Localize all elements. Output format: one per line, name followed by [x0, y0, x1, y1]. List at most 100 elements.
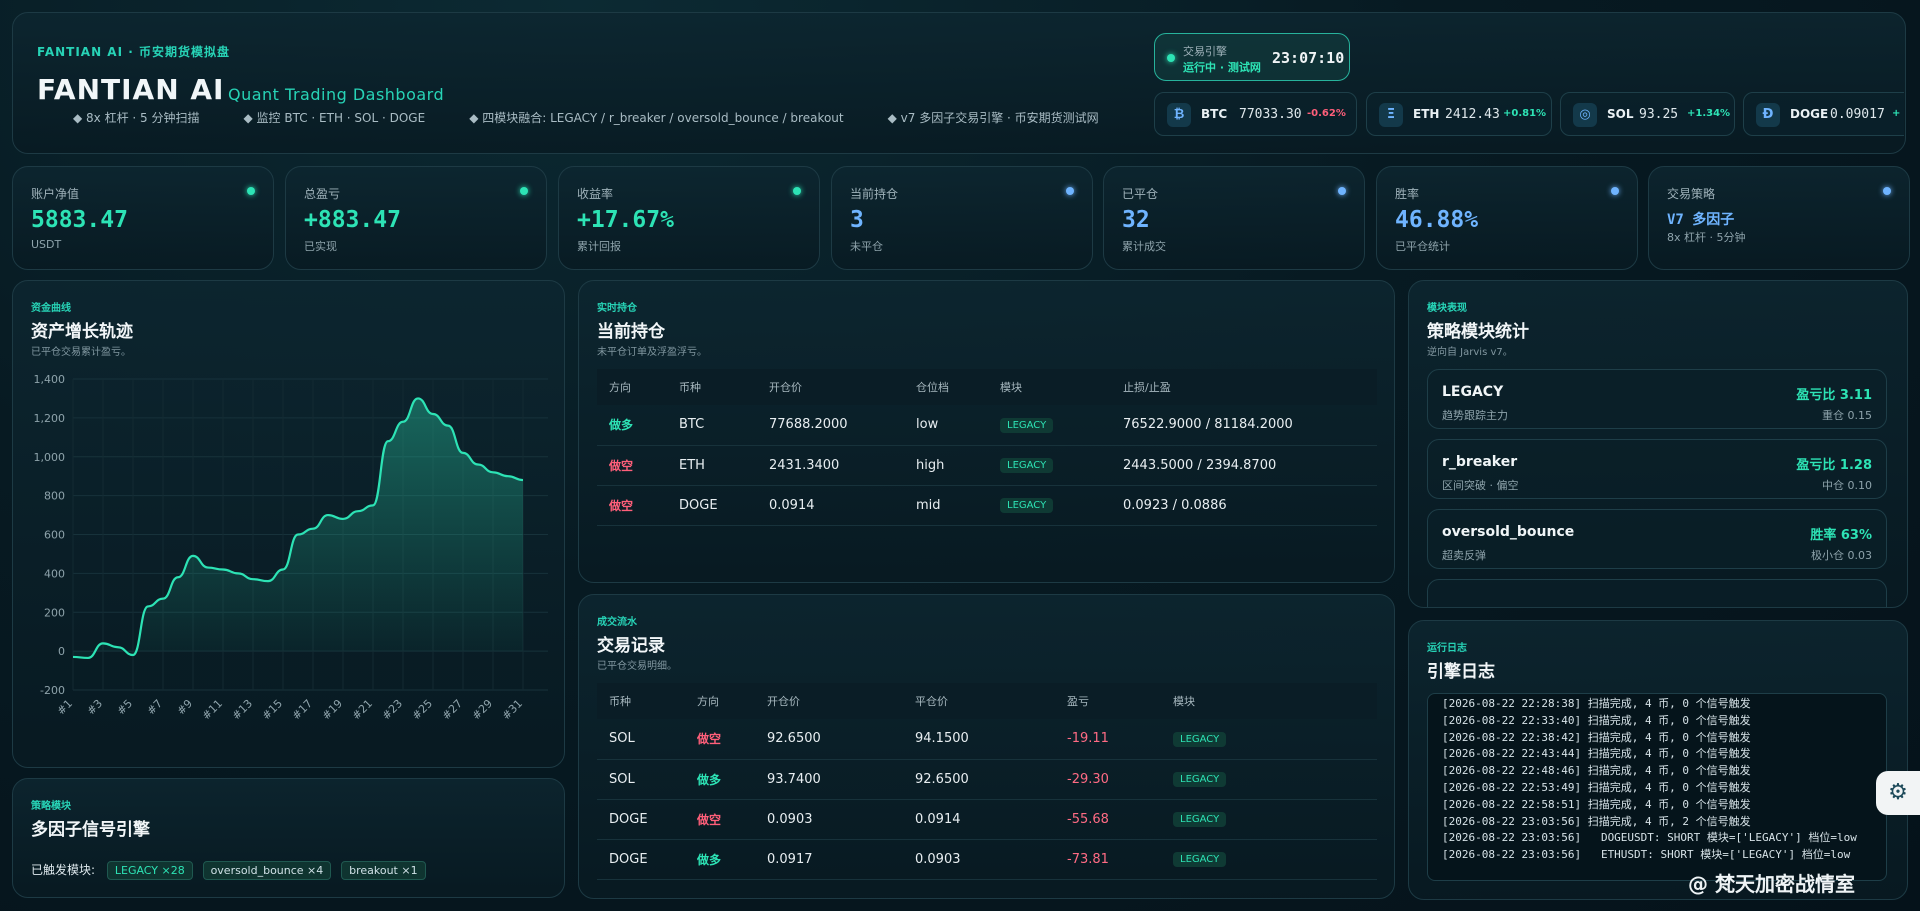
column-header[interactable]: 方向: [685, 683, 755, 719]
module-badge: LEGACY: [1173, 772, 1227, 787]
table-row[interactable]: DOGE 做空 0.0903 0.0914 -55.68 LEGACY: [597, 799, 1377, 840]
column-header[interactable]: 方向: [597, 369, 667, 405]
strategy-name: oversold_bounce: [1442, 524, 1575, 540]
coin-cell: DOGE: [667, 485, 757, 526]
strategy-card-r-breaker[interactable]: r_breaker 区间突破 · 偏空 盈亏比 1.28 中仓 0.10: [1427, 439, 1887, 499]
column-header[interactable]: 平仓价: [903, 683, 1055, 719]
module-badge: LEGACY: [1173, 852, 1227, 867]
strategy-panel: 模块表现 策略模块统计 逆向自 Jarvis v7。 LEGACY 趋势跟踪主力…: [1408, 280, 1908, 608]
column-header[interactable]: 开仓价: [757, 369, 904, 405]
stat-card: 已平仓 32 累计成交: [1103, 166, 1365, 270]
log-line: [2026-08-22 22:58:51] 扫描完成, 4 币, 0 个信号触发: [1442, 797, 1751, 811]
equity-panel: 资金曲线 资产增长轨迹 已平仓交易累计盈亏。 1,400 1,200 1,000 80…: [12, 280, 565, 768]
column-header[interactable]: 止损/止盈: [1111, 369, 1377, 405]
ticker-sol[interactable]: ◎ SOL 93.25 +1.34%: [1560, 92, 1735, 136]
status-dot-icon: [247, 187, 255, 195]
column-header[interactable]: 盈亏: [1055, 683, 1161, 719]
header-panel: FANTIAN AI · 币安期货模拟盘 FANTIAN AI Quant Tr…: [12, 12, 1906, 154]
module-chip: LEGACY ×28: [106, 861, 193, 880]
data-point: [162, 597, 165, 600]
data-point: [462, 451, 465, 454]
coin-cell: DOGE: [597, 839, 685, 880]
table-row[interactable]: 做空 DOGE 0.0914 mid LEGACY 0.0923 / 0.0886: [597, 485, 1377, 526]
data-point: [177, 576, 180, 579]
data-point: [372, 504, 375, 507]
table-row[interactable]: DOGE 做多 0.0917 0.0903 -73.81 LEGACY: [597, 839, 1377, 880]
direction-label: 做空: [609, 498, 634, 513]
data-point: [447, 424, 450, 427]
column-header[interactable]: 币种: [667, 369, 757, 405]
stat-label: 胜率: [1395, 187, 1420, 201]
feature-item: ◆ 8x 杠杆 · 5 分钟扫描: [73, 111, 200, 125]
direction-label: 做空: [697, 812, 722, 827]
strategy-card-oversold-bounce[interactable]: oversold_bounce 超卖反弹 胜率 63% 极小仓 0.03: [1427, 509, 1887, 569]
stat-sub: 未平仓: [850, 240, 883, 253]
strategy-ratio: 盈亏比 1.28: [1796, 458, 1872, 473]
feature-item: ◆ v7 多因子交易引擎 · 币安期货测试网: [887, 111, 1099, 125]
column-header[interactable]: 开仓价: [755, 683, 903, 719]
stat-label: 已平仓: [1122, 187, 1159, 201]
section-subtitle: 未平仓订单及浮盈浮亏。: [597, 347, 707, 358]
ticker-symbol: ETH: [1413, 107, 1440, 121]
triggered-label: 已触发模块:: [31, 863, 96, 877]
stat-value: 3: [850, 207, 864, 233]
entry-price-cell: 0.0917: [755, 839, 903, 880]
y-tick-label: 600: [44, 529, 65, 542]
ticker-doge[interactable]: Ð DOGE 0.09017 +: [1743, 92, 1904, 136]
data-point: [282, 568, 285, 571]
ticker-btc[interactable]: ₿ BTC 77033.30 -0.62%: [1154, 92, 1357, 136]
brand-tagline: Quant Trading Dashboard: [228, 85, 445, 104]
x-tick-label: #17: [290, 697, 316, 723]
strategy-card-partial[interactable]: [1427, 579, 1887, 607]
ticker-eth[interactable]: Ξ ETH 2412.43 +0.81%: [1366, 92, 1552, 136]
x-tick-label: #21: [350, 697, 376, 723]
coin-cell: SOL: [597, 719, 685, 760]
y-tick-label: 200: [44, 606, 65, 619]
brand-title: FANTIAN AI: [37, 73, 225, 106]
log-line: [2026-08-22 22:38:42] 扫描完成, 4 币, 0 个信号触发: [1442, 730, 1751, 744]
data-point: [507, 475, 510, 478]
equity-chart[interactable]: 1,400 1,200 1,000 800 600 400 200 0 -200#1 #3 #5 #7…: [13, 365, 564, 765]
column-header[interactable]: 模块: [1161, 683, 1377, 719]
entry-price-cell: 77688.2000: [757, 405, 904, 446]
data-point: [267, 580, 270, 583]
strategy-ratio: 胜率 63%: [1810, 528, 1872, 543]
strategy-desc: 趋势跟踪主力: [1442, 409, 1508, 422]
data-point: [87, 656, 90, 659]
table-row[interactable]: 做多 BTC 77688.2000 low LEGACY 76522.9000 / 811…: [597, 405, 1377, 446]
data-point: [252, 578, 255, 581]
trades-table: 币种 方向 开仓价 平仓价 盈亏 模块 SOL 做空 92.6500 94.1500-…: [597, 683, 1377, 880]
column-header[interactable]: 模块: [988, 369, 1111, 405]
tier-cell: high: [904, 445, 988, 486]
data-point: [297, 533, 300, 536]
column-header[interactable]: 币种: [597, 683, 685, 719]
section-tag: 成交流水: [597, 617, 637, 628]
dogecoin-icon: Ð: [1756, 103, 1780, 127]
stat-sub: 已实现: [304, 240, 337, 253]
settings-gear-icon[interactable]: ⚙: [1876, 771, 1920, 815]
stat-label: 交易策略: [1667, 187, 1716, 201]
module-chip: breakout ×1: [341, 861, 426, 880]
stat-card: 交易策略 V7 多因子 8x 杠杆 · 5分钟: [1648, 166, 1910, 270]
engine-log[interactable]: [2026-08-22 22:28:38] 扫描完成, 4 币, 0 个信号触发…: [1427, 693, 1887, 881]
data-point: [237, 572, 240, 575]
y-tick-label: 800: [44, 490, 65, 503]
stat-value: 46.88%: [1395, 207, 1479, 233]
module-badge: LEGACY: [1000, 458, 1054, 473]
column-header[interactable]: 仓位档: [904, 369, 988, 405]
module-badge: LEGACY: [1173, 812, 1227, 827]
feature-item: ◆ 四模块融合: LEGACY / r_breaker / oversold_b…: [469, 111, 844, 125]
positions-table: 方向 币种 开仓价 仓位档 模块 止损/止盈 做多 BTC 77688.2000 lo…: [597, 369, 1377, 526]
table-row[interactable]: 做空 ETH 2431.3400 high LEGACY 2443.5000 / 2394…: [597, 445, 1377, 486]
data-point: [492, 471, 495, 474]
status-dot-icon: [1338, 187, 1346, 195]
exit-price-cell: 0.0914: [903, 799, 1055, 840]
section-tag: 资金曲线: [31, 303, 71, 314]
strategy-card-legacy[interactable]: LEGACY 趋势跟踪主力 盈亏比 3.11 重仓 0.15: [1427, 369, 1887, 429]
table-row[interactable]: SOL 做空 92.6500 94.1500 -19.11 LEGACY: [597, 719, 1377, 760]
ticker-price: 2412.43: [1445, 107, 1500, 122]
table-row[interactable]: SOL 做多 93.7400 92.6500 -29.30 LEGACY: [597, 759, 1377, 800]
x-tick-label: #1: [54, 697, 75, 718]
module-badge: LEGACY: [1000, 498, 1054, 513]
data-point: [72, 655, 75, 658]
